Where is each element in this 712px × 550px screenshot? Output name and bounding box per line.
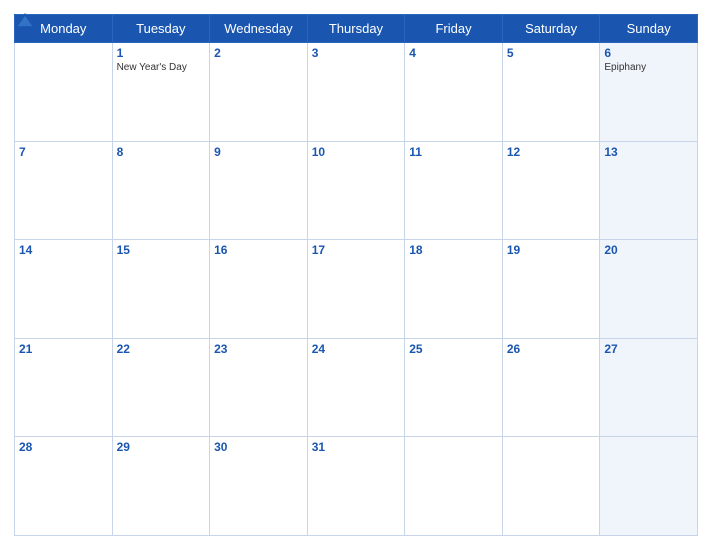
day-number: 22 [117,342,206,356]
header-tuesday: Tuesday [112,15,210,43]
day-number: 21 [19,342,108,356]
day-number: 28 [19,440,108,454]
day-number: 18 [409,243,498,257]
calendar-cell-11: 11 [405,141,503,240]
calendar-cell-22: 22 [112,338,210,437]
calendar-cell-9: 9 [210,141,308,240]
calendar-cell-25: 25 [405,338,503,437]
calendar-cell-30: 30 [210,437,308,536]
calendar-cell-21: 21 [15,338,113,437]
header-wednesday: Wednesday [210,15,308,43]
calendar-cell-5: 5 [502,43,600,142]
calendar-cell-empty [15,43,113,142]
calendar-cell-4: 4 [405,43,503,142]
calendar-cell-18: 18 [405,240,503,339]
calendar-cell-24: 24 [307,338,405,437]
calendar-cell-6: 6 Epiphany [600,43,698,142]
day-number: 11 [409,145,498,159]
calendar-cell-26: 26 [502,338,600,437]
calendar-cell-empty [502,437,600,536]
calendar-cell-31: 31 [307,437,405,536]
day-number: 30 [214,440,303,454]
day-number: 7 [19,145,108,159]
calendar-cell-1: 1 New Year's Day [112,43,210,142]
header-sunday: Sunday [600,15,698,43]
calendar-cell-13: 13 [600,141,698,240]
day-number: 8 [117,145,206,159]
week-row-3: 14 15 16 17 18 19 20 [15,240,698,339]
week-row-1: 1 New Year's Day 23456 Epiphany [15,43,698,142]
day-number: 19 [507,243,596,257]
day-number: 31 [312,440,401,454]
calendar-cell-12: 12 [502,141,600,240]
calendar-cell-empty [405,437,503,536]
day-number: 20 [604,243,693,257]
calendar-cell-8: 8 [112,141,210,240]
day-number: 25 [409,342,498,356]
calendar-cell-2: 2 [210,43,308,142]
calendar-cell-15: 15 [112,240,210,339]
calendar-cell-16: 16 [210,240,308,339]
day-number: 13 [604,145,693,159]
day-number: 23 [214,342,303,356]
calendar-cell-10: 10 [307,141,405,240]
calendar-cell-7: 7 [15,141,113,240]
calendar-cell-29: 29 [112,437,210,536]
day-number: 10 [312,145,401,159]
calendar-cell-14: 14 [15,240,113,339]
day-number: 17 [312,243,401,257]
calendar-cell-3: 3 [307,43,405,142]
calendar-cell-23: 23 [210,338,308,437]
calendar-cell-empty [600,437,698,536]
calendar-cell-20: 20 [600,240,698,339]
day-number: 29 [117,440,206,454]
week-row-4: 21 22 23 24 25 26 27 [15,338,698,437]
header-friday: Friday [405,15,503,43]
week-row-2: 789 10 11 12 13 [15,141,698,240]
calendar-cell-28: 28 [15,437,113,536]
day-number: 26 [507,342,596,356]
calendar-table: Monday Tuesday Wednesday Thursday Friday… [14,14,698,536]
header-thursday: Thursday [307,15,405,43]
calendar-cell-17: 17 [307,240,405,339]
day-number: 6 [604,46,693,60]
day-number: 1 [117,46,206,60]
holiday-name: Epiphany [604,62,693,73]
day-number: 5 [507,46,596,60]
holiday-name: New Year's Day [117,62,206,73]
week-row-5: 28 29 30 31 [15,437,698,536]
weekday-header-row: Monday Tuesday Wednesday Thursday Friday… [15,15,698,43]
day-number: 16 [214,243,303,257]
day-number: 14 [19,243,108,257]
calendar-cell-19: 19 [502,240,600,339]
day-number: 2 [214,46,303,60]
calendar-container: Monday Tuesday Wednesday Thursday Friday… [0,0,712,550]
day-number: 27 [604,342,693,356]
day-number: 9 [214,145,303,159]
day-number: 15 [117,243,206,257]
calendar-cell-27: 27 [600,338,698,437]
day-number: 3 [312,46,401,60]
day-number: 4 [409,46,498,60]
logo-icon [14,10,36,32]
logo [14,10,38,32]
day-number: 24 [312,342,401,356]
header-saturday: Saturday [502,15,600,43]
day-number: 12 [507,145,596,159]
